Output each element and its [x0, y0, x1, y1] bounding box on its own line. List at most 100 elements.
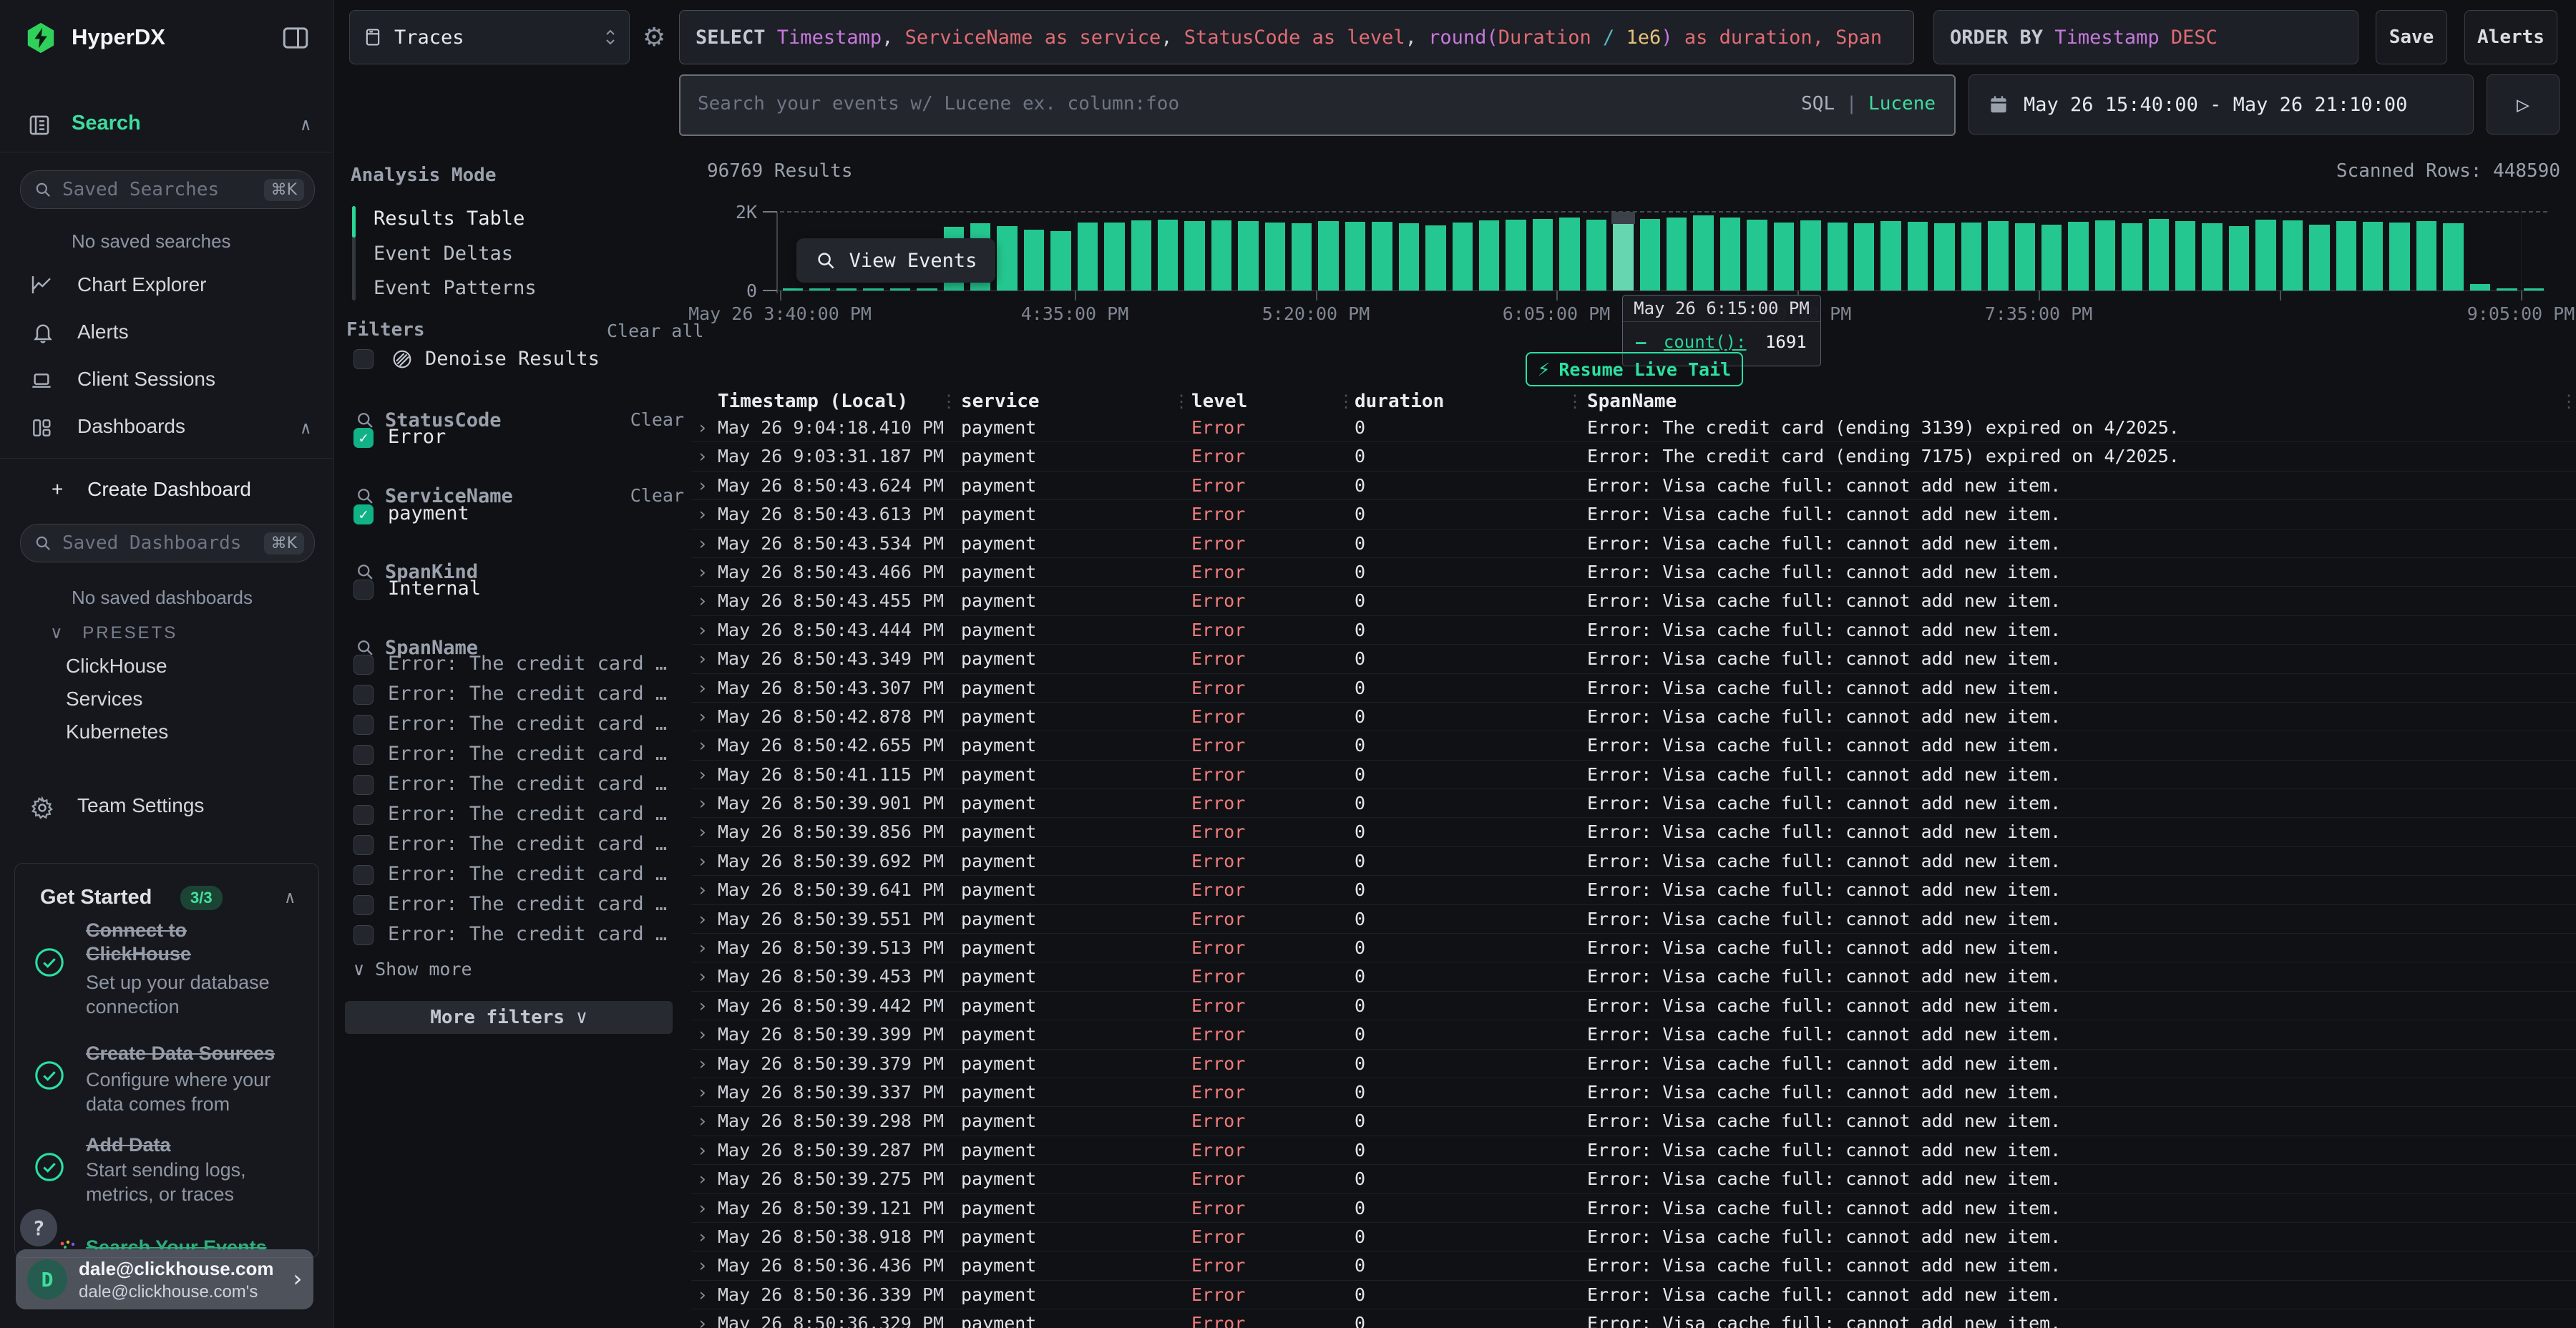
- tab-event-patterns[interactable]: Event Patterns: [374, 277, 537, 299]
- table-row[interactable]: ›May 26 8:50:38.918 PMpaymentError0Error…: [691, 1223, 2576, 1251]
- filter-checkbox[interactable]: ✓: [353, 504, 374, 524]
- histogram-bar[interactable]: [2149, 219, 2169, 290]
- histogram-bar[interactable]: [1372, 222, 1392, 290]
- table-row[interactable]: ›May 26 8:50:39.287 PMpaymentError0Error…: [691, 1136, 2576, 1165]
- histogram-bar[interactable]: [1908, 222, 1928, 290]
- col-level[interactable]: level: [1191, 389, 1247, 414]
- table-row[interactable]: ›May 26 8:50:41.115 PMpaymentError0Error…: [691, 761, 2576, 789]
- saved-searches-input[interactable]: Saved Searches ⌘K: [20, 170, 315, 209]
- table-row[interactable]: ›May 26 8:50:43.349 PMpaymentError0Error…: [691, 645, 2576, 673]
- table-row[interactable]: ›May 26 8:50:42.655 PMpaymentError0Error…: [691, 731, 2576, 760]
- sidebar-preset-kubernetes[interactable]: Kubernetes: [66, 716, 168, 748]
- table-menu-grip-icon[interactable]: ⋮: [2560, 391, 2576, 412]
- col-spanname[interactable]: SpanName: [1587, 389, 1677, 414]
- histogram-bar[interactable]: [2068, 222, 2088, 290]
- filter-checkbox[interactable]: [353, 715, 374, 735]
- filter-checkbox[interactable]: [353, 775, 374, 795]
- filter-option-label[interactable]: Error: The credit card …: [388, 683, 667, 705]
- tab-results-table[interactable]: Results Table: [374, 208, 525, 230]
- histogram-bar[interactable]: [863, 288, 883, 290]
- create-dashboard-button[interactable]: + Create Dashboard: [52, 478, 251, 501]
- histogram-bar[interactable]: [2041, 225, 2062, 290]
- histogram-bar[interactable]: [1238, 221, 1258, 290]
- clear-all-button[interactable]: Clear all: [607, 321, 703, 341]
- histogram-bar[interactable]: [1211, 220, 1231, 290]
- histogram-bar[interactable]: [2443, 223, 2463, 290]
- histogram-bar[interactable]: [1774, 223, 1794, 290]
- histogram-bar[interactable]: [1640, 219, 1660, 290]
- histogram-bar[interactable]: [917, 288, 937, 290]
- table-row[interactable]: ›May 26 8:50:39.298 PMpaymentError0Error…: [691, 1107, 2576, 1136]
- histogram-bar[interactable]: [2095, 220, 2115, 290]
- histogram-bar[interactable]: [2389, 223, 2409, 290]
- histogram-bar[interactable]: [1506, 220, 1526, 290]
- histogram-bar[interactable]: [1880, 221, 1901, 290]
- histogram-bar[interactable]: [1184, 221, 1204, 290]
- filter-checkbox[interactable]: [353, 805, 374, 825]
- dashboards-chevron-up-icon[interactable]: ∧: [301, 418, 311, 438]
- table-row[interactable]: ›May 26 8:50:39.121 PMpaymentError0Error…: [691, 1194, 2576, 1223]
- histogram-bar[interactable]: [1453, 223, 1473, 290]
- filter-option-label[interactable]: Error: [388, 426, 446, 448]
- histogram-bar[interactable]: [2524, 288, 2544, 290]
- table-row[interactable]: ›May 26 9:03:31.187 PMpaymentError0Error…: [691, 442, 2576, 471]
- filter-checkbox[interactable]: [353, 685, 374, 705]
- histogram-bar[interactable]: [2470, 284, 2490, 290]
- order-by-editor[interactable]: ORDER BY Timestamp DESC: [1933, 10, 2358, 64]
- table-row[interactable]: ›May 26 9:04:18.410 PMpaymentError0Error…: [691, 414, 2576, 442]
- histogram-bar[interactable]: [1158, 220, 1178, 290]
- filter-checkbox[interactable]: [353, 745, 374, 765]
- table-row[interactable]: ›May 26 8:50:39.453 PMpaymentError0Error…: [691, 962, 2576, 991]
- table-row[interactable]: ›May 26 8:50:39.337 PMpaymentError0Error…: [691, 1078, 2576, 1107]
- filter-checkbox[interactable]: [353, 865, 374, 885]
- sidebar-item-chart-explorer[interactable]: Chart Explorer: [77, 273, 207, 296]
- histogram-bar[interactable]: [1828, 223, 1848, 290]
- table-row[interactable]: ›May 26 8:50:43.624 PMpaymentError0Error…: [691, 472, 2576, 500]
- filter-checkbox[interactable]: [353, 655, 374, 675]
- histogram-bar[interactable]: [2336, 221, 2356, 290]
- histogram-bar[interactable]: [1292, 223, 1312, 290]
- table-row[interactable]: ›May 26 8:50:39.399 PMpaymentError0Error…: [691, 1020, 2576, 1049]
- histogram-bar[interactable]: [2255, 220, 2275, 290]
- histogram-bar-hovered[interactable]: [1613, 224, 1633, 290]
- filter-checkbox[interactable]: ✓: [353, 428, 374, 448]
- histogram-bar[interactable]: [2202, 223, 2222, 290]
- histogram-bar[interactable]: [1479, 220, 1499, 290]
- column-grip-icon[interactable]: ⋮: [1566, 391, 1584, 412]
- histogram-bar[interactable]: [1265, 223, 1285, 290]
- column-grip-icon[interactable]: ⋮: [1337, 391, 1355, 412]
- filter-checkbox[interactable]: [353, 835, 374, 855]
- tab-event-deltas[interactable]: Event Deltas: [374, 243, 513, 265]
- histogram-bar[interactable]: [890, 288, 910, 290]
- filter-option-label[interactable]: Error: The credit card …: [388, 923, 667, 945]
- lang-sql-toggle[interactable]: SQL: [1801, 93, 1835, 114]
- table-row[interactable]: ›May 26 8:50:43.534 PMpaymentError0Error…: [691, 529, 2576, 558]
- histogram-bar[interactable]: [1104, 223, 1124, 290]
- show-more-button[interactable]: ∨ Show more: [353, 959, 472, 980]
- date-range-picker[interactable]: May 26 15:40:00 - May 26 21:10:00: [1968, 74, 2474, 135]
- sidebar-item-dashboards[interactable]: Dashboards: [77, 415, 185, 438]
- histogram-bar[interactable]: [1533, 219, 1553, 290]
- filter-option-label[interactable]: Error: The credit card …: [388, 743, 667, 765]
- histogram-bar[interactable]: [1747, 220, 1767, 290]
- histogram-bar[interactable]: [783, 288, 803, 290]
- histogram-bar[interactable]: [836, 288, 857, 290]
- table-row[interactable]: ›May 26 8:50:36.329 PMpaymentError0Error…: [691, 1309, 2576, 1328]
- sidebar-item-search[interactable]: Search: [72, 112, 141, 135]
- denoise-checkbox[interactable]: [353, 349, 374, 369]
- histogram-bar[interactable]: [2497, 288, 2517, 290]
- histogram-bar[interactable]: [2015, 223, 2035, 290]
- save-button[interactable]: Save: [2376, 10, 2447, 64]
- histogram-bar[interactable]: [1425, 225, 1445, 290]
- histogram-bar[interactable]: [1078, 223, 1098, 290]
- sidebar-collapse-icon[interactable]: [280, 23, 311, 53]
- table-row[interactable]: ›May 26 8:50:39.442 PMpaymentError0Error…: [691, 992, 2576, 1020]
- table-row[interactable]: ›May 26 8:50:39.641 PMpaymentError0Error…: [691, 876, 2576, 904]
- source-select[interactable]: Traces: [349, 10, 630, 64]
- table-row[interactable]: ›May 26 8:50:39.379 PMpaymentError0Error…: [691, 1050, 2576, 1078]
- filter-option-label[interactable]: Error: The credit card …: [388, 773, 667, 795]
- histogram-bar[interactable]: [1800, 220, 1820, 290]
- resume-live-tail-button[interactable]: ⚡ Resume Live Tail: [1526, 352, 1743, 386]
- filter-option-label[interactable]: Error: The credit card …: [388, 893, 667, 915]
- histogram-bar[interactable]: [1934, 223, 1954, 290]
